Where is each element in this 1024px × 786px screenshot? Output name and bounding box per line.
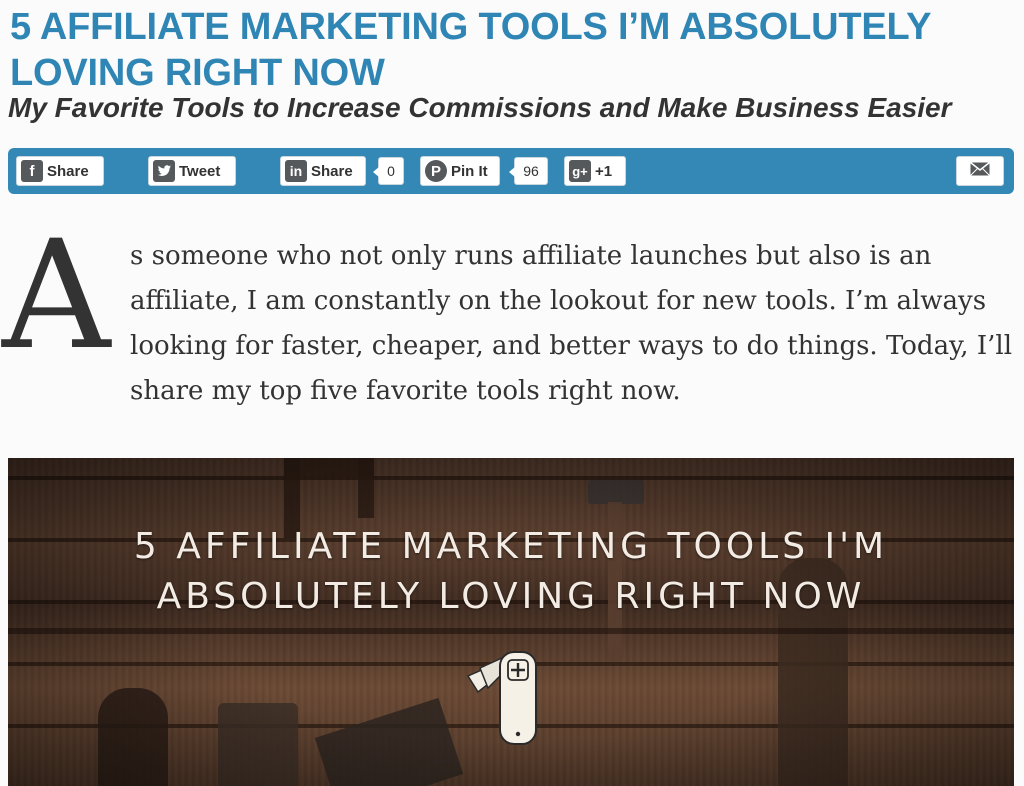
- twitter-icon: [153, 160, 175, 182]
- linkedin-share-count: 0: [373, 157, 404, 185]
- facebook-share-button[interactable]: f Share: [16, 156, 104, 186]
- hero-title-line1: 5 AFFILIATE MARKETING TOOLS I'M: [133, 526, 889, 567]
- hero-image: 5 AFFILIATE MARKETING TOOLS I'M ABSOLUTE…: [8, 458, 1014, 786]
- linkedin-share-label: Share: [311, 162, 353, 180]
- email-share-button[interactable]: [956, 156, 1004, 186]
- facebook-share-label: Share: [47, 162, 89, 180]
- googleplus-label: +1: [595, 162, 613, 180]
- pinterest-icon: P: [425, 160, 447, 182]
- pinterest-pin-count: 96: [509, 157, 548, 185]
- intro-paragraph: s someone who not only runs affiliate la…: [130, 241, 1013, 406]
- googleplus-icon: g+: [569, 160, 591, 182]
- swiss-army-knife-icon: [460, 648, 544, 753]
- linkedin-icon: in: [285, 160, 307, 182]
- twitter-tweet-button[interactable]: Tweet: [148, 156, 236, 186]
- facebook-icon: f: [21, 160, 43, 182]
- hero-title-line2: ABSOLUTELY LOVING RIGHT NOW: [156, 576, 866, 617]
- pinterest-pin-button[interactable]: P Pin It: [420, 156, 500, 186]
- envelope-icon: [970, 161, 990, 181]
- twitter-tweet-label: Tweet: [179, 162, 221, 180]
- article-subtitle: My Favorite Tools to Increase Commission…: [8, 92, 952, 123]
- article-title: 5 AFFILIATE MARKETING TOOLS I’M ABSOLUTE…: [10, 6, 931, 94]
- linkedin-share-button[interactable]: in Share: [280, 156, 366, 186]
- googleplus-button[interactable]: g+ +1: [564, 156, 626, 186]
- share-bar: f Share Tweet in Share 0 P Pin It 96 g+ …: [8, 148, 1014, 194]
- pinterest-pin-label: Pin It: [451, 162, 488, 180]
- dropcap-letter: A: [2, 209, 111, 383]
- hero-title: 5 AFFILIATE MARKETING TOOLS I'M ABSOLUTE…: [8, 522, 1014, 622]
